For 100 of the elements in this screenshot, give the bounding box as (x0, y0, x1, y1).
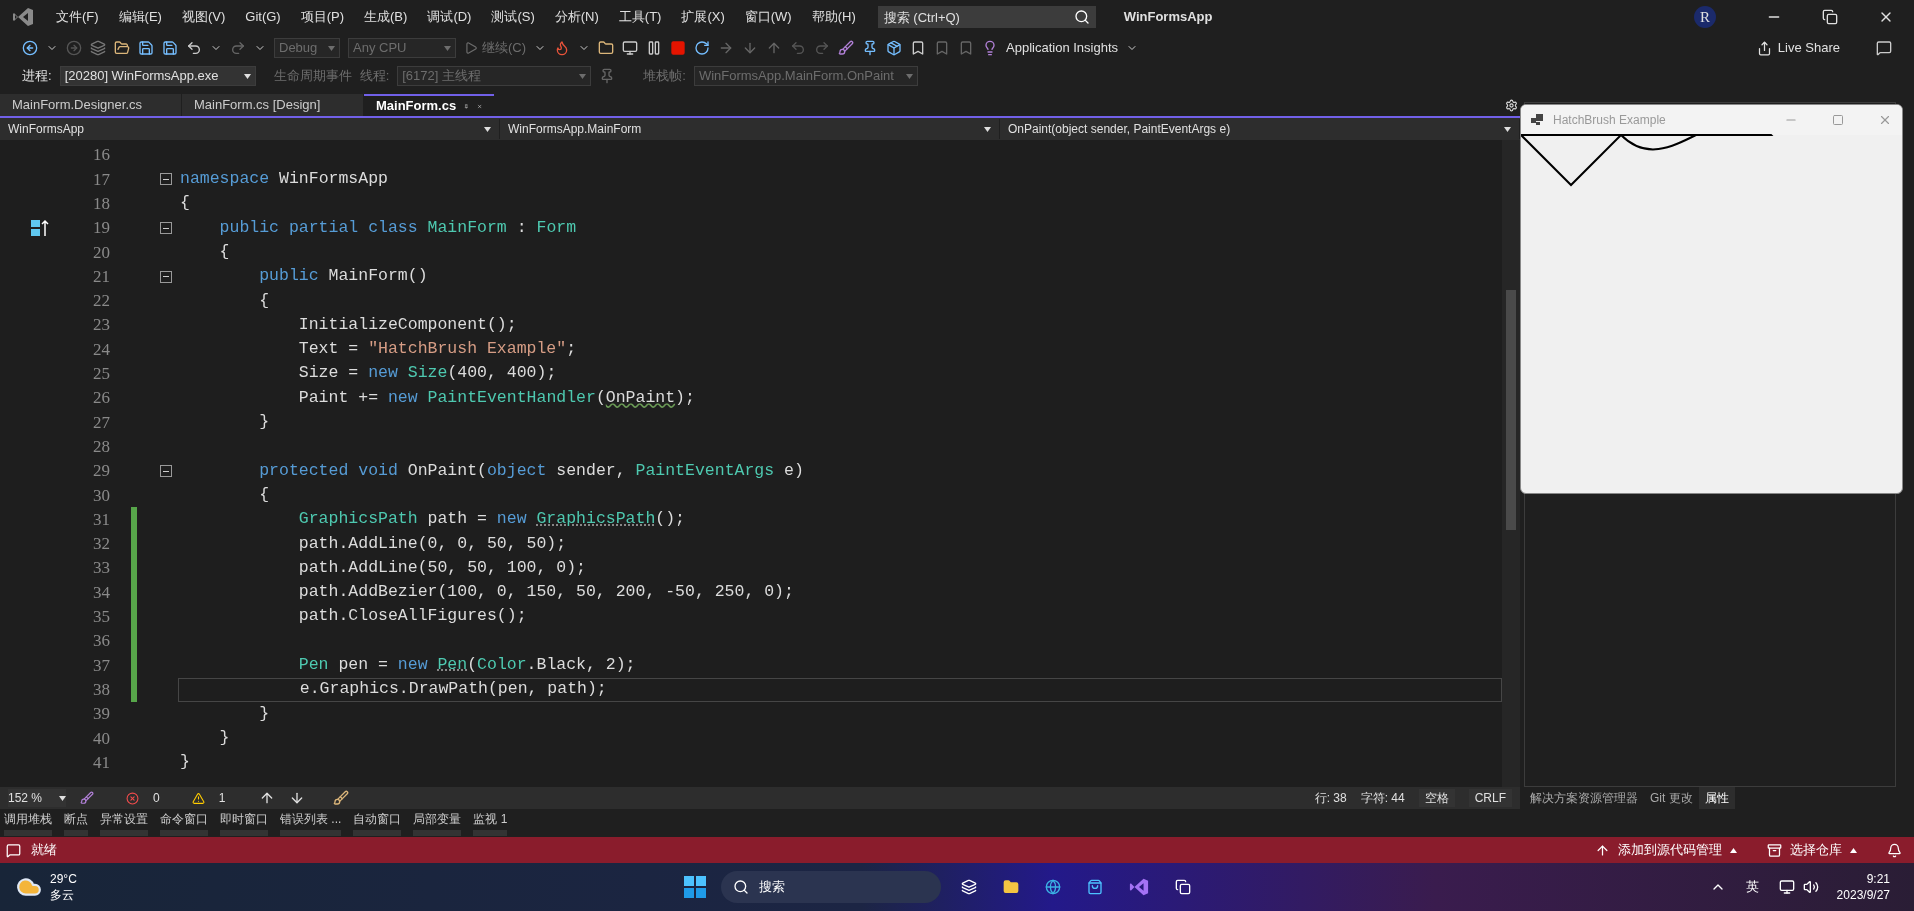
line-number: 24 (92, 338, 110, 361)
brush-icon[interactable] (838, 40, 855, 56)
play-icon (464, 41, 478, 55)
temperature: 29°C (50, 871, 77, 887)
menu-item[interactable]: 生成(B) (354, 7, 418, 27)
source-control-button[interactable]: 添加到源代码管理 (1595, 840, 1737, 860)
maximize-icon[interactable] (1832, 114, 1844, 126)
package-icon[interactable] (886, 40, 903, 56)
code-line: GraphicsPath path = new GraphicsPath(); (297, 508, 686, 531)
search-icon[interactable] (1073, 9, 1090, 25)
scrollbar[interactable] (1502, 140, 1520, 787)
cleanup-icon[interactable] (333, 790, 350, 806)
line-number: 19 (92, 217, 110, 240)
feedback-icon[interactable] (1876, 40, 1892, 56)
panel-tab[interactable]: 解决方案资源管理器 (1524, 787, 1644, 809)
insights-menu[interactable]: Application Insights (1006, 38, 1119, 58)
code-line: { (218, 240, 231, 263)
collapse-toggle[interactable] (160, 465, 172, 477)
code-line: namespace WinFormsApp (179, 168, 389, 191)
code-line: path.AddLine(50, 50, 100, 0); (297, 556, 587, 579)
dropdown-arrow-icon[interactable] (1850, 847, 1857, 853)
dropdown-arrow-icon[interactable] (984, 126, 991, 132)
stop-icon[interactable] (670, 40, 687, 56)
app-window-icon[interactable] (1174, 879, 1191, 895)
line-indicator[interactable]: 行: 38 (1314, 789, 1347, 807)
thread-label: 线程: (359, 67, 390, 86)
navigation-dropdown[interactable]: WinFormsApp (0, 119, 500, 139)
code-line: } (218, 726, 231, 749)
dropdown-arrow-icon[interactable] (484, 126, 491, 132)
line-number: 22 (92, 290, 110, 313)
menu-item[interactable]: 项目(P) (290, 7, 355, 27)
warning-count[interactable]: 1 (218, 789, 226, 807)
menu-item[interactable]: 视图(V) (171, 7, 236, 27)
file-explorer-icon[interactable] (1002, 879, 1019, 895)
warning-icon[interactable] (191, 791, 205, 805)
char-indicator[interactable]: 字符: 44 (1360, 789, 1405, 807)
inheritance-icon[interactable] (30, 219, 50, 238)
line-number: 38 (92, 678, 110, 701)
live-share-button[interactable]: Live Share (1756, 38, 1840, 58)
error-icon[interactable] (126, 791, 139, 805)
panel-tab[interactable]: 属性 (1698, 787, 1735, 809)
line-number: 34 (92, 581, 110, 604)
dropdown-arrow-icon[interactable] (243, 73, 251, 79)
save-all-icon[interactable] (162, 40, 178, 56)
code-line: InitializeComponent(); (297, 313, 518, 336)
search-field[interactable]: 搜索 (Ctrl+Q) (877, 6, 1096, 28)
repository-button[interactable]: 选择仓库 (1767, 840, 1857, 860)
taskbar-search[interactable]: 搜索 (720, 871, 941, 903)
collapse-toggle[interactable] (160, 173, 172, 186)
open-folder-icon[interactable] (114, 40, 130, 56)
navigation-dropdown[interactable]: WinFormsApp.MainForm (500, 119, 1000, 139)
dropdown-arrow-icon[interactable] (59, 795, 66, 801)
visual-studio-icon[interactable] (1128, 877, 1149, 897)
menu-item[interactable]: 分析(N) (544, 7, 609, 27)
panel-tab[interactable]: Git 更改 (1644, 787, 1699, 809)
bell-icon[interactable] (1887, 842, 1902, 858)
menu-item[interactable]: 工具(T) (608, 7, 672, 27)
browser-icon[interactable] (1044, 879, 1061, 895)
line-ending-indicator[interactable]: CRLF (1468, 789, 1512, 807)
dropdown-arrow-icon[interactable] (1730, 847, 1737, 853)
input-method[interactable]: 英 (1745, 877, 1759, 897)
zoom-dropdown[interactable]: 152 % (8, 789, 66, 807)
whitespace-indicator[interactable]: 空格 (1418, 789, 1455, 807)
dropdown-arrow-icon[interactable] (1504, 126, 1511, 132)
settings-icon[interactable] (1505, 99, 1518, 112)
menu-item[interactable]: 测试(S) (481, 7, 545, 27)
code-line: } (258, 411, 271, 434)
line-number: 16 (92, 144, 110, 167)
search-icon (732, 879, 749, 895)
process-dropdown[interactable]: [20280] WinFormsApp.exe (59, 66, 256, 86)
document-tab[interactable]: MainForm.Designer.cs (0, 94, 182, 116)
volume-icon[interactable] (1802, 879, 1819, 895)
notification-icon[interactable] (6, 842, 21, 858)
clock-date: 2023/9/27 (1836, 887, 1890, 903)
menu-item[interactable]: 帮助(H) (801, 7, 866, 27)
save-icon[interactable] (138, 40, 154, 56)
restart-icon[interactable] (694, 40, 711, 56)
collapse-toggle[interactable] (160, 270, 172, 283)
menu-item[interactable]: 编辑(E) (108, 7, 172, 27)
store-icon[interactable] (1086, 879, 1103, 895)
back-icon[interactable] (22, 40, 38, 56)
folder-icon[interactable] (598, 40, 615, 56)
line-number: 31 (92, 508, 110, 531)
restore-icon[interactable] (1822, 9, 1838, 25)
stack-frame-label: 堆栈帧: (643, 67, 686, 86)
menu-item[interactable]: 扩展(X) (671, 7, 735, 27)
document-tab[interactable]: MainForm.cs [Design] (182, 94, 364, 116)
start-icon[interactable] (682, 875, 707, 899)
menu-item[interactable]: 窗口(W) (734, 7, 802, 27)
user-avatar[interactable]: R (1694, 6, 1716, 28)
code-line: path.AddLine(0, 0, 50, 50); (297, 532, 568, 555)
line-number: 25 (92, 363, 110, 386)
menu-item[interactable]: 文件(F) (46, 7, 109, 27)
undo-icon[interactable] (186, 40, 202, 56)
collapse-toggle[interactable] (160, 222, 172, 235)
redo-icon[interactable] (230, 40, 246, 56)
menu-item[interactable]: Git(G) (235, 7, 291, 27)
copilot-icon[interactable] (80, 791, 94, 805)
error-count[interactable]: 0 (153, 789, 160, 807)
menu-item[interactable]: 调试(D) (417, 7, 482, 27)
